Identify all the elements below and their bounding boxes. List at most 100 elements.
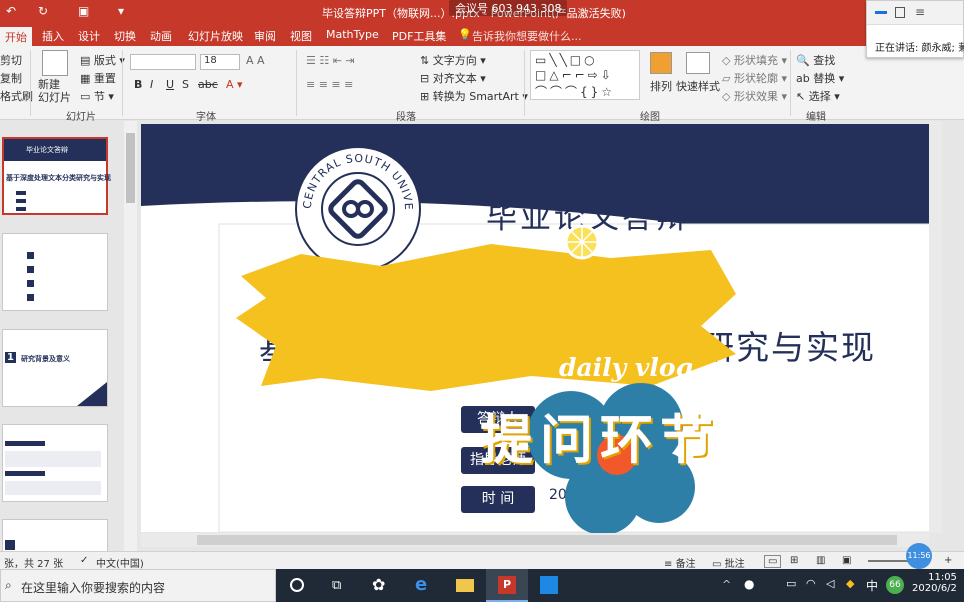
search-icon: ⌕ — [5, 578, 12, 592]
tell-me-box[interactable]: 告诉我你想要做什么... — [472, 28, 582, 44]
section-button[interactable]: ▭ 节 ▾ — [80, 88, 114, 104]
taskbar-search-box[interactable]: ⌕ 在这里输入你要搜索的内容 — [0, 569, 276, 602]
smartart-button[interactable]: ⊞ 转换为 SmartArt ▾ — [420, 88, 528, 104]
shapes-gallery[interactable]: ▭╲╲□○ □△⌐⌐⇨⇩ ⌒⌒⌒{}☆ — [530, 50, 640, 100]
tab-slideshow[interactable]: 幻灯片放映 — [188, 28, 243, 44]
tab-mathtype[interactable]: MathType — [326, 28, 379, 41]
wechat-icon[interactable]: ● — [744, 577, 754, 591]
new-slide-button[interactable]: 新建 幻灯片 — [38, 78, 71, 104]
thumbnail-slide-4[interactable] — [2, 424, 108, 502]
thumbnail-slide-2[interactable] — [2, 233, 108, 311]
wifi-icon[interactable]: ◠ — [806, 577, 816, 590]
volume-icon[interactable]: ◁ — [826, 577, 834, 590]
windows-taskbar: ⌕ 在这里输入你要搜索的内容 ⧉ ✿ e P ^ ● ▭ ◠ ◁ ◆ 中 66 … — [0, 569, 964, 602]
bullets-icon[interactable]: ☰ ☷ ⇤ ⇥ — [306, 54, 355, 67]
thumbnail-slide-3[interactable]: 1 研究背景及意义 — [2, 329, 108, 407]
vlog-caption: daily vlog — [559, 353, 694, 382]
find-button[interactable]: 🔍 查找 — [796, 52, 835, 68]
menu-icon[interactable]: ≡ — [915, 5, 925, 19]
font-size-grow-icon[interactable]: A A — [246, 54, 265, 67]
tab-review[interactable]: 审阅 — [254, 28, 276, 44]
arrange-icon[interactable] — [650, 52, 672, 74]
shape-outline-button[interactable]: ▱ 形状轮廓 ▾ — [722, 70, 787, 86]
spellcheck-icon[interactable]: ✓ — [80, 555, 88, 566]
clock-time: 11:05 — [928, 572, 957, 583]
reset-button[interactable]: ▦ 重置 — [80, 70, 116, 86]
file-explorer-icon[interactable] — [444, 569, 486, 602]
thumbnail-slide-1[interactable]: 毕业论文答辩 基于深度处理文本分类研究与实现 — [2, 137, 111, 215]
tab-transitions[interactable]: 切换 — [114, 28, 136, 44]
language-indicator[interactable]: 中文(中国) — [96, 555, 144, 570]
meeting-speaker-panel: ≡ 正在讲话: 颜永威; 蒹 — [866, 0, 964, 58]
font-name-input[interactable] — [130, 54, 196, 70]
minimize-icon[interactable] — [875, 11, 887, 14]
battery-icon[interactable]: ▭ — [786, 577, 796, 590]
cut-button[interactable]: 剪切 — [0, 52, 22, 68]
replace-button[interactable]: ab 替换 ▾ — [796, 70, 844, 86]
zoom-in-icon[interactable]: + — [944, 555, 952, 566]
thumbnail-scrollbar[interactable] — [124, 121, 137, 551]
tab-insert[interactable]: 插入 — [42, 28, 64, 44]
italic-button[interactable]: I — [150, 78, 153, 91]
cortana-icon[interactable] — [276, 569, 318, 602]
shape-fill-button[interactable]: ◇ 形状填充 ▾ — [722, 52, 787, 68]
arrange-button[interactable]: 排列 — [650, 78, 672, 94]
zoom-badge[interactable]: 11:56 — [906, 543, 932, 569]
title-bar: ↶ ↻ ▣ ▾ 毕设答辩PPT（物联网...）.pptx - PowerPoin… — [0, 0, 964, 25]
present-icon[interactable]: ▣ — [78, 4, 89, 18]
font-size-input[interactable]: 18 — [200, 54, 240, 70]
align-icons[interactable]: ≡ ≡ ≡ ≡ — [306, 78, 353, 91]
notification-badge[interactable]: 66 — [886, 576, 904, 594]
quick-styles-button[interactable]: 快速样式 — [676, 78, 720, 94]
tab-animations[interactable]: 动画 — [150, 28, 172, 44]
horizontal-scrollbar[interactable] — [141, 533, 929, 547]
comments-button[interactable]: ▭ 批注 — [712, 555, 745, 570]
meeting-id-badge: 会议号 603 943 308 — [449, 0, 568, 16]
ribbon-tabs: 开始 插入 设计 切换 动画 幻灯片放映 审阅 视图 MathType PDF工… — [0, 25, 964, 46]
ime-indicator[interactable]: 中 — [866, 577, 878, 594]
thumbnail-slide-5[interactable] — [2, 519, 108, 551]
tray-app-icon[interactable]: ◆ — [846, 577, 854, 590]
layout-button[interactable]: ▤ 版式 ▾ — [80, 52, 125, 68]
lemon-icon — [564, 224, 600, 260]
format-painter-button[interactable]: 格式刷 — [0, 88, 33, 104]
ribbon: 剪切 复制 格式刷 新建 幻灯片 ▤ 版式 ▾ ▦ 重置 ▭ 节 ▾ 幻灯片 1… — [0, 46, 964, 123]
redo-icon[interactable]: ↻ — [38, 4, 48, 18]
tab-pdf[interactable]: PDF工具集 — [392, 28, 446, 44]
slide-thumbnails[interactable]: 毕业论文答辩 基于深度处理文本分类研究与实现 1 研究背景及意义 — [0, 121, 127, 551]
shadow-button[interactable]: S — [182, 78, 189, 91]
app-icon[interactable]: ✿ — [360, 569, 402, 602]
normal-view-icon[interactable]: ▭ — [764, 555, 782, 568]
new-slide-icon[interactable] — [42, 50, 68, 76]
underline-button[interactable]: U — [166, 78, 174, 91]
notes-button[interactable]: ≡ 备注 — [664, 555, 696, 570]
shape-effects-button[interactable]: ◇ 形状效果 ▾ — [722, 88, 787, 104]
select-button[interactable]: ↖ 选择 ▾ — [796, 88, 840, 104]
powerpoint-icon[interactable]: P — [486, 569, 528, 602]
system-clock[interactable]: 11:05 2020/6/2 — [912, 572, 957, 594]
speaking-label: 正在讲话: 颜永威; 蒹 — [875, 43, 964, 54]
text-direction-button[interactable]: ⇅ 文字方向 ▾ — [420, 52, 486, 68]
task-view-icon[interactable]: ⧉ — [318, 569, 360, 602]
edge-icon[interactable]: e — [402, 569, 444, 602]
slideshow-icon[interactable]: ▣ — [842, 555, 851, 566]
undo-icon[interactable]: ↶ — [6, 4, 16, 18]
meeting-app-icon[interactable] — [528, 569, 570, 602]
copy-button[interactable]: 复制 — [0, 70, 22, 86]
tab-view[interactable]: 视图 — [290, 28, 312, 44]
reading-view-icon[interactable]: ▥ — [816, 555, 825, 566]
tab-design[interactable]: 设计 — [78, 28, 100, 44]
window-icon[interactable] — [895, 7, 905, 18]
align-text-button[interactable]: ⊟ 对齐文本 ▾ — [420, 70, 486, 86]
quick-styles-icon[interactable] — [686, 52, 710, 74]
strikethrough-button[interactable]: abc — [198, 78, 218, 91]
tab-home[interactable]: 开始 — [0, 27, 32, 46]
slide-sorter-icon[interactable]: ⊞ — [790, 555, 798, 566]
dropdown-icon[interactable]: ▾ — [118, 4, 124, 18]
search-placeholder: 在这里输入你要搜索的内容 — [21, 581, 166, 595]
vertical-scrollbar[interactable] — [929, 121, 942, 533]
tray-expand-icon[interactable]: ^ — [722, 578, 731, 591]
clock-date: 2020/6/2 — [912, 583, 957, 594]
font-color-icon[interactable]: A ▾ — [226, 78, 243, 91]
bold-button[interactable]: B — [134, 78, 142, 91]
